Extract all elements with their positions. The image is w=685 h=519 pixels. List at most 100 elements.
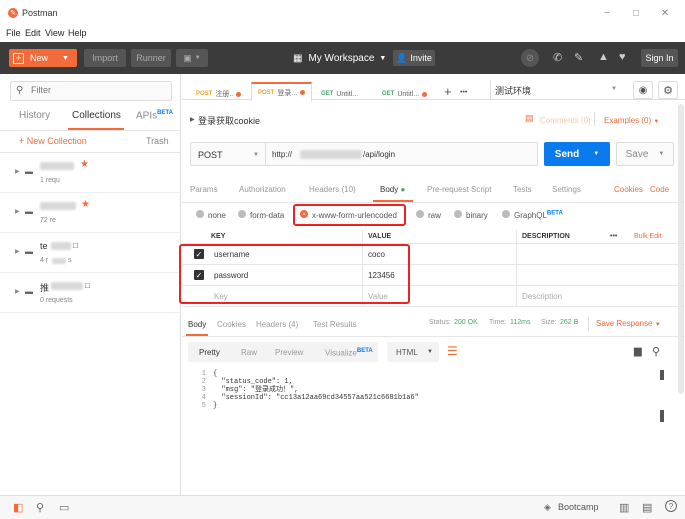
menu-edit[interactable]: Edit: [25, 28, 41, 38]
tab-collections[interactable]: Collections: [72, 110, 121, 121]
add-tab-button[interactable]: +: [444, 84, 452, 99]
tab-authorization[interactable]: Authorization: [239, 185, 286, 194]
tab-params[interactable]: Params: [190, 185, 218, 194]
kv-more-button[interactable]: •••: [610, 233, 617, 240]
tab-body[interactable]: Body ●: [380, 185, 405, 194]
bootcamp-link[interactable]: Bootcamp: [558, 502, 599, 512]
menu-view[interactable]: View: [45, 28, 64, 38]
help-icon[interactable]: ?: [665, 500, 677, 512]
response-code[interactable]: 1{ 2 "status_code": 1, 3 "msg": "登录成功！",…: [188, 370, 666, 488]
maximize-button[interactable]: □: [629, 6, 643, 20]
radio-graphql[interactable]: GraphQLBETA: [502, 210, 563, 220]
view-pretty[interactable]: Pretty: [199, 348, 220, 357]
tab-apis[interactable]: APIsBETA: [136, 110, 173, 121]
runner-button[interactable]: Runner: [131, 49, 171, 67]
view-raw[interactable]: Raw: [241, 348, 257, 357]
sidebar-toggle-icon[interactable]: ◧: [13, 501, 23, 514]
bulk-edit-link[interactable]: Bulk Edit: [634, 233, 662, 240]
settings-wrench-icon[interactable]: ✎: [574, 51, 583, 64]
two-pane-icon[interactable]: ▥: [619, 501, 629, 514]
request-tab[interactable]: POST 注册..: [190, 82, 247, 106]
trash-link[interactable]: Trash: [146, 136, 169, 146]
request-tab-active[interactable]: POST 登录...: [251, 82, 313, 101]
filter-box[interactable]: ⚲: [10, 81, 172, 101]
star-icon[interactable]: ★: [81, 199, 90, 210]
tab-settings[interactable]: Settings: [552, 185, 581, 194]
new-button[interactable]: + New ▼: [9, 49, 77, 67]
folder-icon: ▬: [25, 207, 33, 216]
workspace-selector[interactable]: ▦ My Workspace ▼: [293, 49, 386, 67]
cookies-link[interactable]: Cookies: [614, 185, 643, 194]
radio-form-data[interactable]: form-data: [238, 210, 284, 220]
format-selector[interactable]: HTML ▼: [387, 342, 439, 362]
console-icon[interactable]: ▭: [59, 501, 69, 514]
main-scrollbar[interactable]: [678, 104, 684, 394]
star-icon[interactable]: ★: [80, 159, 89, 170]
tab-history[interactable]: History: [19, 110, 50, 121]
new-window-button[interactable]: ▣ ▼: [176, 49, 208, 67]
collection-item[interactable]: ▶ ▬ 推 □ 0 requests: [0, 273, 181, 313]
collection-item[interactable]: ▶ ▬ te □ 4 r s: [0, 233, 181, 273]
wrap-lines-icon[interactable]: ☰: [447, 344, 458, 358]
tab-name: 注册..: [215, 91, 234, 98]
gear-icon[interactable]: ⚙: [658, 81, 678, 99]
urlencoded-highlight-box: [293, 204, 406, 226]
filter-input[interactable]: [31, 85, 161, 95]
view-visualize[interactable]: VisualizeBETA: [325, 348, 373, 358]
copy-icon[interactable]: ▆: [634, 346, 642, 357]
method-selector[interactable]: POST ▼: [190, 142, 266, 166]
collection-name-redacted: [51, 242, 71, 250]
kv-description-placeholder[interactable]: Description: [522, 292, 562, 301]
collection-item[interactable]: ▶ ▬ ★ 72 re: [0, 193, 181, 233]
sync-icon[interactable]: ⊘: [521, 49, 539, 67]
tab-tests[interactable]: Tests: [513, 185, 532, 194]
resp-tab-body[interactable]: Body: [188, 320, 206, 329]
resp-tab-headers[interactable]: Headers (4): [256, 320, 298, 329]
menu-file[interactable]: File: [6, 28, 21, 38]
invite-button[interactable]: 👤 Invite: [393, 50, 435, 66]
resp-tab-tests[interactable]: Test Results: [313, 320, 357, 329]
collection-item[interactable]: ▶ ▬ ★ 1 requ: [0, 153, 181, 193]
divider: [588, 317, 589, 331]
save-button[interactable]: Save ▼: [616, 142, 674, 166]
radio-icon: [238, 210, 246, 218]
caret-down-icon: ▼: [653, 119, 660, 125]
request-tab[interactable]: GET Untitl...: [315, 82, 364, 106]
sign-in-button[interactable]: Sign In: [641, 49, 678, 67]
environment-selector[interactable]: 测试环境 ▼: [490, 80, 628, 100]
request-tab[interactable]: GET Untitl...: [376, 82, 433, 106]
import-button[interactable]: Import: [84, 49, 126, 67]
code-line: 3 "msg": "登录成功！",: [188, 386, 666, 394]
request-subtabs: Params Authorization Headers (10) Body ●…: [182, 178, 685, 202]
code-link[interactable]: Code: [650, 185, 669, 194]
expand-caret-icon[interactable]: ▶: [190, 116, 195, 123]
satellite-icon[interactable]: ✆: [553, 51, 562, 64]
find-icon[interactable]: ⚲: [36, 501, 44, 514]
minimize-button[interactable]: −: [600, 6, 614, 20]
heart-icon[interactable]: ♥: [619, 51, 626, 63]
trash-icon[interactable]: ▤: [642, 501, 652, 514]
send-button[interactable]: Send ▼: [544, 142, 610, 166]
tab-headers[interactable]: Headers (10): [309, 185, 356, 194]
save-response-button[interactable]: Save Response ▼: [596, 319, 661, 328]
radio-none[interactable]: none: [196, 210, 226, 220]
eye-icon[interactable]: ◉: [633, 81, 653, 99]
line-text: "status_code": 1,: [213, 378, 293, 386]
radio-binary[interactable]: binary: [454, 210, 488, 220]
resp-tab-cookies[interactable]: Cookies: [217, 320, 246, 329]
search-icon[interactable]: ⚲: [652, 345, 660, 358]
request-title[interactable]: 登录获取cookie: [198, 114, 260, 127]
tab-prerequest[interactable]: Pre-request Script: [427, 185, 491, 194]
view-preview[interactable]: Preview: [275, 348, 303, 357]
more-tabs-button[interactable]: •••: [460, 89, 467, 96]
code-line: 5}: [188, 402, 666, 410]
url-input[interactable]: http:// /api/login: [266, 142, 538, 166]
examples-link[interactable]: Examples (0) ▼: [604, 116, 659, 125]
collection-name-redacted: [40, 202, 76, 210]
new-collection-button[interactable]: + New Collection: [19, 136, 87, 146]
comments-link[interactable]: Comments (0): [540, 116, 591, 125]
radio-raw[interactable]: raw: [416, 210, 441, 220]
menu-help[interactable]: Help: [68, 28, 87, 38]
close-button[interactable]: ✕: [658, 6, 672, 20]
notification-bell-icon[interactable]: ▲: [598, 51, 609, 63]
